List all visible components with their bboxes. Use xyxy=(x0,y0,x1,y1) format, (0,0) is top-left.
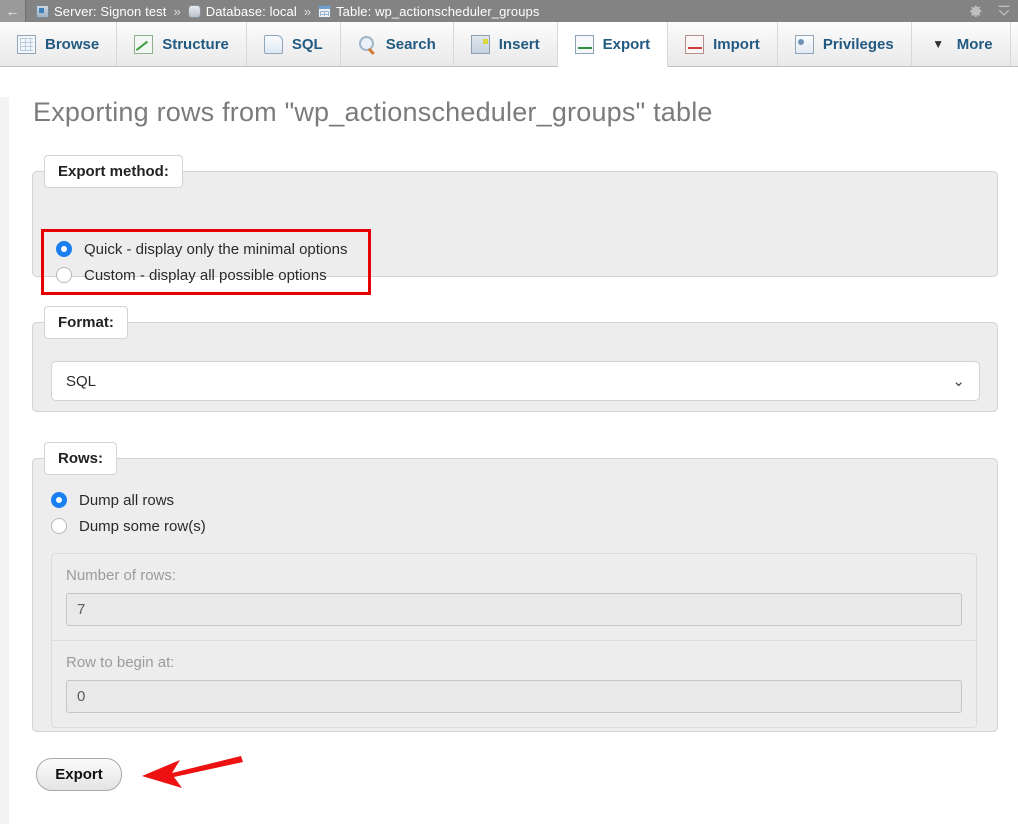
row-to-begin-at-value: 0 xyxy=(77,688,86,705)
tab-search-label: Search xyxy=(385,35,436,53)
breadcrumb-item-server[interactable]: Server: Signon test xyxy=(36,4,166,19)
tab-browse-label: Browse xyxy=(45,35,100,53)
rows-range-subpanel: Number of rows: 7 Row to begin at: 0 xyxy=(51,553,977,728)
format-selected-value: SQL xyxy=(66,372,97,390)
sql-icon xyxy=(263,34,283,54)
database-icon xyxy=(187,4,201,18)
export-button-label: Export xyxy=(55,766,103,783)
tab-privileges-label: Privileges xyxy=(822,35,894,53)
tab-sql[interactable]: SQL xyxy=(246,22,341,66)
format-select[interactable]: SQL ⌄ xyxy=(51,361,980,401)
rows-radio-group: Dump all rows Dump some row(s) xyxy=(33,475,997,539)
main-tab-bar: Browse Structure SQL Search Insert Expor… xyxy=(0,22,1018,67)
radio-option-dump-all[interactable]: Dump all rows xyxy=(51,487,997,513)
export-method-legend: Export method: xyxy=(44,155,183,188)
tab-more-label: More xyxy=(956,35,993,53)
format-panel: Format: SQL ⌄ xyxy=(32,306,998,412)
export-method-panel: Export method: Quick - display only the … xyxy=(32,155,998,295)
page-title: Exporting rows from "wp_actionscheduler_… xyxy=(33,97,713,127)
breadcrumb-separator-2: » xyxy=(303,3,312,19)
export-action-row: Export xyxy=(36,756,1018,808)
tab-search[interactable]: Search xyxy=(340,22,454,66)
tab-sql-label: SQL xyxy=(291,35,323,53)
breadcrumb-server-label: Server: Signon test xyxy=(54,3,167,19)
gear-icon[interactable] xyxy=(968,3,984,19)
radio-option-quick[interactable]: Quick - display only the minimal options xyxy=(56,236,368,262)
structure-icon xyxy=(134,34,154,54)
rows-legend: Rows: xyxy=(44,442,117,475)
breadcrumb-item-table[interactable]: Table: wp_actionscheduler_groups xyxy=(318,4,539,19)
radio-custom-indicator[interactable] xyxy=(56,267,72,283)
radio-dump-some-label: Dump some row(s) xyxy=(79,517,206,535)
row-to-begin-at-input[interactable]: 0 xyxy=(66,680,962,713)
browse-icon xyxy=(17,34,36,54)
row-to-begin-at-label: Row to begin at: xyxy=(66,654,175,671)
collapse-up-icon[interactable] xyxy=(996,3,1012,19)
breadcrumb-database-label: Database: local xyxy=(205,3,297,19)
breadcrumb-table-label: Table: wp_actionscheduler_groups xyxy=(336,3,540,19)
tab-browse[interactable]: Browse xyxy=(0,22,118,66)
tab-more[interactable]: ▼ More xyxy=(911,22,1011,66)
tab-export[interactable]: Export xyxy=(557,22,669,67)
back-button[interactable]: ← xyxy=(0,0,26,22)
radio-quick-indicator[interactable] xyxy=(56,241,72,257)
number-of-rows-label: Number of rows: xyxy=(66,567,177,584)
radio-option-dump-some[interactable]: Dump some row(s) xyxy=(51,513,997,539)
radio-quick-label: Quick - display only the minimal options xyxy=(84,240,348,258)
insert-icon xyxy=(470,34,490,54)
export-method-highlight-box: Quick - display only the minimal options… xyxy=(41,229,371,295)
privileges-icon xyxy=(794,34,814,54)
tab-export-label: Export xyxy=(602,35,651,53)
import-icon xyxy=(685,34,705,54)
chevron-down-icon: ⌄ xyxy=(952,373,965,390)
chevron-down-icon: ▼ xyxy=(932,37,945,51)
main-content: Exporting rows from "wp_actionscheduler_… xyxy=(0,97,1018,824)
search-icon xyxy=(358,35,377,54)
tab-structure[interactable]: Structure xyxy=(117,22,247,66)
server-icon xyxy=(36,4,49,18)
number-of-rows-row: Number of rows: 7 xyxy=(52,554,976,640)
radio-dump-all-label: Dump all rows xyxy=(79,491,175,509)
number-of-rows-value: 7 xyxy=(77,601,86,618)
tab-import[interactable]: Import xyxy=(668,22,778,66)
rows-panel: Rows: Dump all rows Dump some row(s) Num… xyxy=(32,442,998,732)
back-arrow-icon: ← xyxy=(5,3,20,19)
tab-import-label: Import xyxy=(713,35,760,53)
tab-insert-label: Insert xyxy=(498,35,540,53)
tab-privileges[interactable]: Privileges xyxy=(777,22,912,66)
breadcrumb-separator: » xyxy=(173,3,181,19)
breadcrumb-tools xyxy=(968,0,1012,22)
radio-dump-some-indicator[interactable] xyxy=(51,518,67,534)
tab-insert[interactable]: Insert xyxy=(453,22,558,66)
breadcrumb-item-database[interactable]: Database: local xyxy=(187,3,297,19)
format-legend: Format: xyxy=(44,306,128,339)
export-icon xyxy=(574,34,594,54)
export-button[interactable]: Export xyxy=(36,758,122,791)
radio-dump-all-indicator[interactable] xyxy=(51,492,67,508)
row-to-begin-at-row: Row to begin at: 0 xyxy=(52,640,976,727)
tab-structure-label: Structure xyxy=(162,35,229,53)
table-icon xyxy=(318,4,332,18)
breadcrumb-bar: ← Server: Signon test » Database: local … xyxy=(0,0,1018,22)
radio-custom-label: Custom - display all possible options xyxy=(84,266,327,284)
number-of-rows-input[interactable]: 7 xyxy=(66,593,962,626)
radio-option-custom[interactable]: Custom - display all possible options xyxy=(56,262,368,288)
annotation-arrow-icon xyxy=(142,756,243,788)
